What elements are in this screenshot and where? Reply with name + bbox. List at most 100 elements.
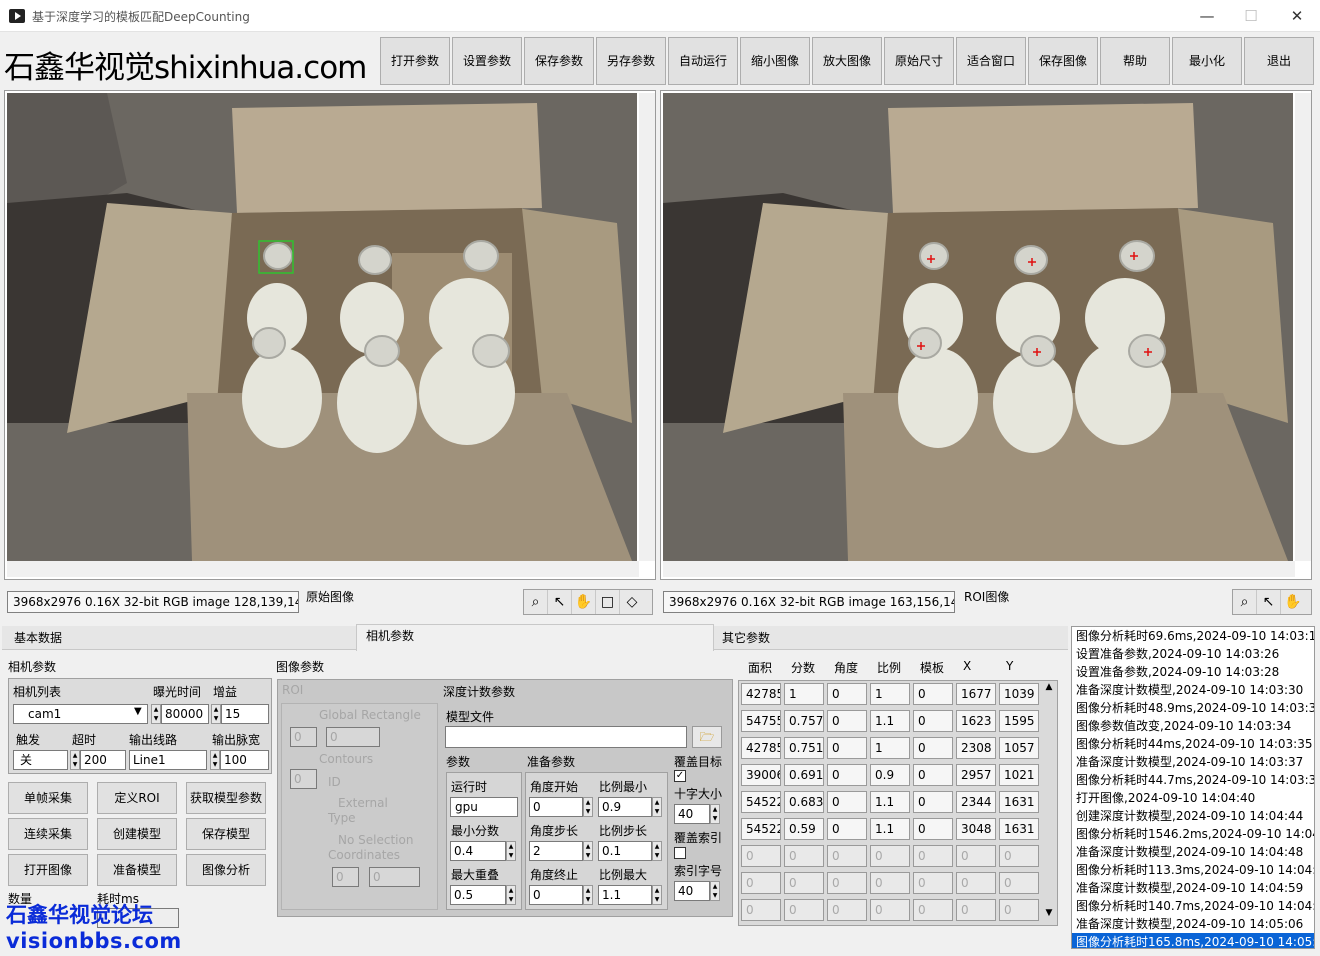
zoom-in-button[interactable]: 放大图像: [812, 37, 882, 85]
tab-camera-params[interactable]: 相机参数: [366, 626, 414, 648]
log-entry[interactable]: 准备深度计数模型,2024-09-10 14:05:06: [1072, 915, 1314, 933]
max-overlap-field[interactable]: 0.5: [450, 885, 506, 905]
open-params-button[interactable]: 打开参数: [380, 37, 450, 85]
log-entry[interactable]: 图像参数值改变,2024-09-10 14:03:34: [1072, 717, 1314, 735]
zoom-icon[interactable]: ⌕: [524, 590, 548, 614]
min-score-field[interactable]: 0.4: [450, 841, 506, 861]
folder-icon[interactable]: 🗁: [692, 726, 722, 748]
scale-step-stepper[interactable]: ▲ ▼: [652, 841, 662, 861]
log-entry[interactable]: 创建深度计数模型,2024-09-10 14:04:44: [1072, 807, 1314, 825]
log-entry[interactable]: 图像分析耗时69.6ms,2024-09-10 14:03:16: [1072, 627, 1314, 645]
model-file-path[interactable]: [445, 726, 687, 748]
line-select[interactable]: Line1: [129, 750, 207, 770]
pan-hand-icon[interactable]: ✋: [1281, 590, 1305, 614]
log-entry[interactable]: 图像分析耗时165.8ms,2024-09-10 14:05:0: [1072, 933, 1314, 948]
camera-select[interactable]: cam1: [13, 704, 148, 724]
log-entry[interactable]: 打开图像,2024-09-10 14:04:40: [1072, 789, 1314, 807]
cover-target-checkbox[interactable]: ✓: [674, 770, 686, 782]
close-button[interactable]: ✕: [1274, 0, 1320, 32]
index-font-field[interactable]: 40: [674, 881, 710, 901]
log-entry[interactable]: 准备深度计数模型,2024-09-10 14:04:59: [1072, 879, 1314, 897]
log-entry[interactable]: 图像分析耗时113.3ms,2024-09-10 14:04:4: [1072, 861, 1314, 879]
angle-end-stepper[interactable]: ▲ ▼: [583, 885, 593, 905]
log-entry[interactable]: 准备深度计数模型,2024-09-10 14:04:48: [1072, 843, 1314, 861]
save-as-params-button[interactable]: 另存参数: [596, 37, 666, 85]
minimize-button[interactable]: 最小化: [1172, 37, 1242, 85]
maximize-button[interactable]: ☐: [1228, 0, 1274, 32]
open-image-button[interactable]: 打开图像: [8, 854, 88, 886]
timeout-field[interactable]: 200: [80, 750, 126, 770]
angle-step-stepper[interactable]: ▲ ▼: [583, 841, 593, 861]
original-size-button[interactable]: 原始尺寸: [884, 37, 954, 85]
log-entry[interactable]: 图像分析耗时1546.2ms,2024-09-10 14:04:: [1072, 825, 1314, 843]
results-cell: 1.1: [870, 818, 910, 840]
scale-min-stepper[interactable]: ▲ ▼: [652, 797, 662, 817]
gain-field[interactable]: 15: [221, 704, 269, 724]
exposure-stepper[interactable]: ▲ ▼: [151, 704, 161, 724]
log-entry[interactable]: 设置准备参数,2024-09-10 14:03:26: [1072, 645, 1314, 663]
save-image-button[interactable]: 保存图像: [1028, 37, 1098, 85]
right-horizontal-scrollbar[interactable]: [663, 561, 1295, 577]
index-font-stepper[interactable]: ▲ ▼: [710, 881, 720, 901]
left-vertical-scrollbar[interactable]: [639, 93, 655, 561]
create-model-button[interactable]: 创建模型: [97, 818, 177, 850]
log-entry[interactable]: 图像分析耗时140.7ms,2024-09-10 14:04:5: [1072, 897, 1314, 915]
help-button[interactable]: 帮助: [1100, 37, 1170, 85]
scale-max-stepper[interactable]: ▲ ▼: [652, 885, 662, 905]
angle-end-field[interactable]: 0: [529, 885, 583, 905]
timeout-stepper[interactable]: ▲ ▼: [70, 750, 80, 770]
cross-size-stepper[interactable]: ▲ ▼: [710, 804, 720, 824]
scale-step-field[interactable]: 0.1: [598, 841, 652, 861]
diamond-icon[interactable]: ◇: [620, 590, 644, 614]
log-entry[interactable]: 准备深度计数模型,2024-09-10 14:03:37: [1072, 753, 1314, 771]
pulse-stepper[interactable]: ▲ ▼: [210, 750, 220, 770]
cross-size-field[interactable]: 40: [674, 804, 710, 824]
min-score-stepper[interactable]: ▲ ▼: [506, 841, 516, 861]
save-model-button[interactable]: 保存模型: [186, 818, 266, 850]
angle-start-field[interactable]: 0: [529, 797, 583, 817]
roi-image[interactable]: [663, 93, 1293, 561]
angle-step-field[interactable]: 2: [529, 841, 583, 861]
log-entry[interactable]: 图像分析耗时44.7ms,2024-09-10 14:03:37: [1072, 771, 1314, 789]
angle-start-stepper[interactable]: ▲ ▼: [583, 797, 593, 817]
zoom-out-button[interactable]: 缩小图像: [740, 37, 810, 85]
rectangle-icon[interactable]: □: [596, 590, 620, 614]
prepare-model-button[interactable]: 准备模型: [97, 854, 177, 886]
log-entry[interactable]: 图像分析耗时44ms,2024-09-10 14:03:35: [1072, 735, 1314, 753]
set-params-button[interactable]: 设置参数: [452, 37, 522, 85]
id-label: ID: [328, 775, 341, 789]
get-model-params-button[interactable]: 获取模型参数: [186, 782, 266, 814]
fit-window-button[interactable]: 适合窗口: [956, 37, 1026, 85]
exposure-field[interactable]: 80000: [161, 704, 209, 724]
left-horizontal-scrollbar[interactable]: [7, 561, 639, 577]
pointer-icon[interactable]: ↖: [1257, 590, 1281, 614]
trigger-select[interactable]: 关: [13, 750, 68, 770]
log-entry[interactable]: 准备深度计数模型,2024-09-10 14:03:30: [1072, 681, 1314, 699]
tab-other-params[interactable]: 其它参数: [722, 628, 770, 650]
zoom-icon[interactable]: ⌕: [1233, 590, 1257, 614]
event-log[interactable]: 图像分析耗时69.6ms,2024-09-10 14:03:16 设置准备参数,2…: [1071, 626, 1315, 949]
results-scrollbar[interactable]: ▲ ▼: [1042, 682, 1056, 922]
gain-stepper[interactable]: ▲ ▼: [211, 704, 221, 724]
save-params-button[interactable]: 保存参数: [524, 37, 594, 85]
minimize-button[interactable]: —: [1184, 0, 1230, 32]
analyze-image-button[interactable]: 图像分析: [186, 854, 266, 886]
exit-button[interactable]: 退出: [1244, 37, 1314, 85]
continuous-capture-button[interactable]: 连续采集: [8, 818, 88, 850]
log-entry[interactable]: 图像分析耗时48.9ms,2024-09-10 14:03:30: [1072, 699, 1314, 717]
original-image[interactable]: [7, 93, 637, 561]
single-capture-button[interactable]: 单帧采集: [8, 782, 88, 814]
pulse-field[interactable]: 100: [220, 750, 269, 770]
auto-run-button[interactable]: 自动运行: [668, 37, 738, 85]
runtime-select[interactable]: gpu: [450, 797, 518, 817]
scale-min-field[interactable]: 0.9: [598, 797, 652, 817]
scale-max-field[interactable]: 1.1: [598, 885, 652, 905]
max-overlap-stepper[interactable]: ▲ ▼: [506, 885, 516, 905]
pointer-icon[interactable]: ↖: [548, 590, 572, 614]
log-entry[interactable]: 设置准备参数,2024-09-10 14:03:28: [1072, 663, 1314, 681]
right-vertical-scrollbar[interactable]: [1295, 93, 1311, 561]
define-roi-button[interactable]: 定义ROI: [97, 782, 177, 814]
tab-basic-data[interactable]: 基本数据: [14, 628, 62, 650]
pan-hand-icon[interactable]: ✋: [572, 590, 596, 614]
cover-index-checkbox[interactable]: [674, 847, 686, 859]
